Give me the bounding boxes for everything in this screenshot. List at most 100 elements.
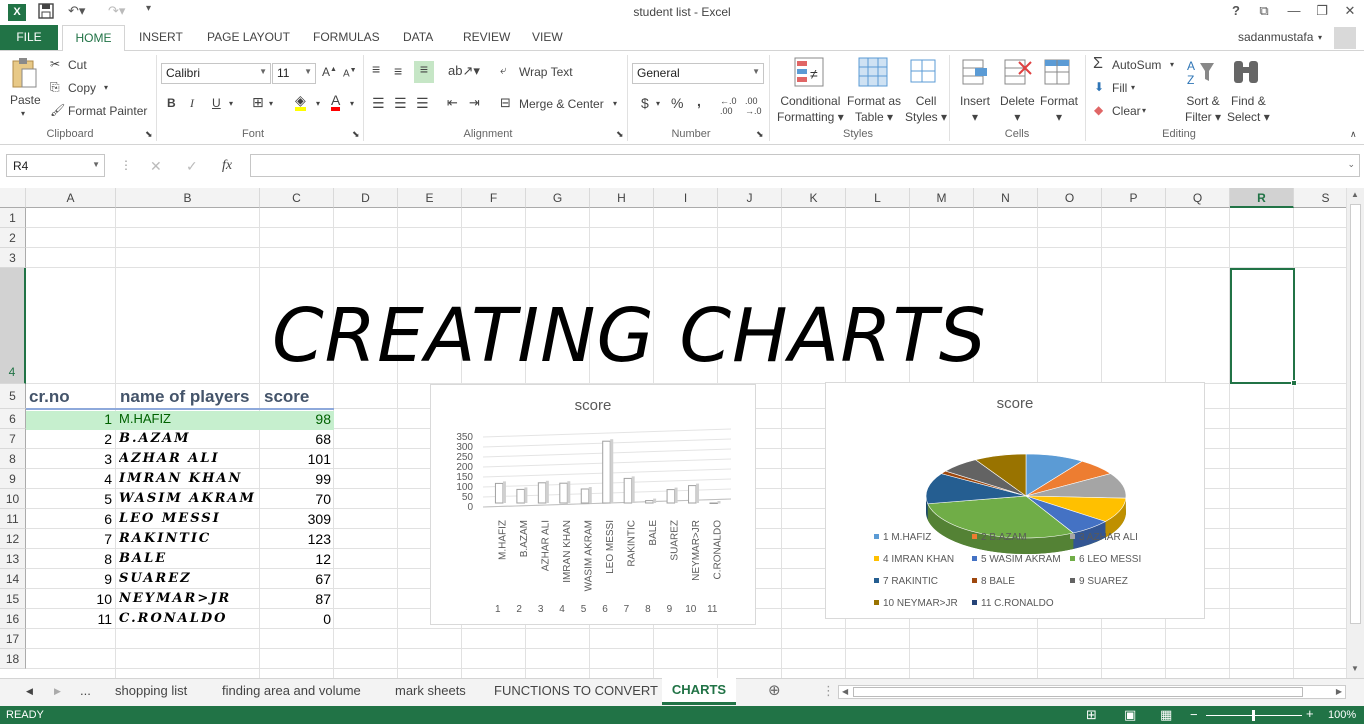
insert-function-icon[interactable]: fx	[222, 158, 232, 174]
merge-center-button[interactable]: Merge & Center	[519, 97, 604, 111]
cell-score[interactable]: 68	[260, 431, 331, 447]
percent-button[interactable]: %	[671, 95, 683, 111]
cell-score[interactable]: 99	[260, 471, 331, 487]
sheet-tab-more[interactable]: ...	[80, 683, 91, 698]
tab-review[interactable]: REVIEW	[463, 30, 510, 44]
row-header-4[interactable]: 4	[0, 268, 26, 384]
cell-crno[interactable]: 11	[26, 611, 112, 627]
font-name-combo[interactable]: Calibri ▼	[161, 63, 271, 84]
cell-score[interactable]: 70	[260, 491, 331, 507]
format-as-table-button[interactable]: Format as Table ▾	[847, 93, 901, 125]
close-icon[interactable]: ✕	[1340, 3, 1360, 19]
sheet-tab-charts-active[interactable]: CHARTS	[662, 678, 736, 705]
scroll-right-icon[interactable]: ▶	[1336, 687, 1342, 696]
cell-player-name[interactable]: LEO MESSI	[119, 511, 259, 526]
clear-button[interactable]: Clear	[1112, 104, 1141, 118]
expand-formula-icon[interactable]: ⌄	[1347, 159, 1355, 170]
align-left-icon[interactable]: ☰	[372, 95, 385, 112]
row-header-13[interactable]: 13	[0, 549, 26, 569]
row-header-2[interactable]: 2	[0, 228, 26, 248]
zoom-slider-thumb[interactable]	[1252, 710, 1255, 721]
cell-score[interactable]: 87	[260, 591, 331, 607]
autosum-button[interactable]: AutoSum	[1112, 58, 1161, 72]
align-bottom-icon[interactable]: ≡	[414, 61, 434, 83]
borders-icon[interactable]: ⊞	[252, 94, 264, 111]
number-format-combo[interactable]: General ▼	[632, 63, 764, 84]
ribbon-display-icon[interactable]: ⧉	[1254, 3, 1274, 19]
cell-player-name[interactable]: NEYMAR>JR	[119, 591, 259, 606]
column-header-s[interactable]: S	[1294, 188, 1346, 208]
format-painter-button[interactable]: Format Painter	[68, 104, 147, 118]
sheet-tab-mark-sheets[interactable]: mark sheets	[395, 683, 466, 698]
increase-decimal-icon[interactable]: ←.0.00	[720, 96, 737, 116]
cell-score[interactable]: 123	[260, 531, 331, 547]
selected-cell-r4[interactable]	[1230, 268, 1295, 384]
cell-player-name[interactable]: RAKINTIC	[119, 531, 259, 546]
cell-score[interactable]: 101	[260, 451, 331, 467]
confirm-entry-icon[interactable]: ✓	[186, 158, 198, 175]
merge-dropdown-icon[interactable]: ▾	[613, 99, 617, 108]
cell-crno[interactable]: 1	[26, 411, 112, 427]
column-header-a[interactable]: A	[26, 188, 116, 208]
fill-color-icon[interactable]: ◈	[295, 93, 306, 111]
user-name[interactable]: sadanmustafa	[1238, 30, 1313, 44]
fill-dropdown-icon[interactable]: ▾	[1131, 83, 1135, 92]
zoom-level[interactable]: 100%	[1328, 709, 1356, 721]
font-color-dropdown-icon[interactable]: ▾	[350, 99, 354, 108]
cell-player-name[interactable]: AZHAR ALI	[119, 451, 259, 466]
cell-player-name[interactable]: C.RONALDO	[119, 611, 259, 626]
tab-insert[interactable]: INSERT	[139, 30, 183, 44]
worksheet-grid[interactable]: ABCDEFGHIJKLMNOPQRS 1 2 3 4 5 6 7 8 9 10 11 12 13 14 1…	[0, 188, 1346, 678]
paste-button[interactable]: Paste	[10, 93, 41, 107]
cell-score[interactable]: 67	[260, 571, 331, 587]
cell-player-name[interactable]: IMRAN KHAN	[119, 471, 259, 486]
bold-button[interactable]: B	[167, 96, 176, 110]
normal-view-icon[interactable]: ⊞	[1086, 707, 1097, 723]
cell-score[interactable]: 98	[260, 411, 331, 427]
tab-formulas[interactable]: FORMULAS	[313, 30, 380, 44]
zoom-in-icon[interactable]: +	[1306, 706, 1314, 721]
font-launcher-icon[interactable]: ⬊	[352, 129, 360, 140]
bar-chart[interactable]: score 350 300 250 200 150 100 50 0 M.HAFIZ 1 B.AZA…	[430, 384, 756, 625]
row-header-3[interactable]: 3	[0, 248, 26, 268]
underline-button[interactable]: U	[212, 96, 221, 110]
align-middle-icon[interactable]: ≡	[394, 63, 402, 79]
sort-filter-button[interactable]: Sort & Filter ▾	[1185, 93, 1221, 125]
tab-file[interactable]: FILE	[0, 25, 58, 50]
delete-cells-button[interactable]: Delete ▾	[1000, 93, 1035, 125]
column-header-r[interactable]: R	[1230, 188, 1294, 208]
column-header-i[interactable]: I	[654, 188, 718, 208]
fill-handle[interactable]	[1291, 380, 1297, 386]
scroll-thumb[interactable]	[1350, 204, 1361, 624]
zoom-out-icon[interactable]: −	[1190, 707, 1198, 722]
grow-font-icon[interactable]: A▲	[322, 65, 337, 79]
cell-player-name[interactable]: SUAREZ	[119, 571, 259, 586]
page-layout-view-icon[interactable]: ▣	[1124, 707, 1136, 723]
user-dropdown-icon[interactable]: ▾	[1318, 33, 1322, 42]
cell-crno[interactable]: 5	[26, 491, 112, 507]
minimize-icon[interactable]: —	[1284, 3, 1304, 18]
row-header-10[interactable]: 10	[0, 489, 26, 509]
clear-dropdown-icon[interactable]: ▾	[1142, 106, 1146, 115]
insert-cells-button[interactable]: Insert ▾	[960, 93, 990, 125]
scroll-left-icon[interactable]: ◀	[842, 687, 848, 696]
sheet-tab-functions[interactable]: FUNCTIONS TO CONVERT	[494, 683, 658, 698]
cell-score[interactable]: 0	[260, 611, 331, 627]
cell-crno[interactable]: 4	[26, 471, 112, 487]
next-sheet-icon[interactable]: ▶	[54, 686, 61, 697]
row-header-12[interactable]: 12	[0, 529, 26, 549]
copy-button[interactable]: Copy	[68, 81, 96, 95]
align-right-icon[interactable]: ☰	[416, 95, 429, 112]
avatar[interactable]	[1334, 27, 1356, 49]
clipboard-launcher-icon[interactable]: ⬊	[145, 129, 153, 140]
wrap-text-button[interactable]: Wrap Text	[519, 65, 573, 79]
select-all-corner[interactable]	[0, 188, 26, 208]
shrink-font-icon[interactable]: A▼	[343, 67, 357, 79]
align-center-icon[interactable]: ☰	[394, 95, 407, 112]
column-header-d[interactable]: D	[334, 188, 398, 208]
cell-crno[interactable]: 6	[26, 511, 112, 527]
banner-title[interactable]: CREATING CHARTS	[272, 293, 987, 379]
column-header-m[interactable]: M	[910, 188, 974, 208]
name-box[interactable]: R4 ▼	[6, 154, 105, 177]
row-header-5[interactable]: 5	[0, 384, 26, 409]
